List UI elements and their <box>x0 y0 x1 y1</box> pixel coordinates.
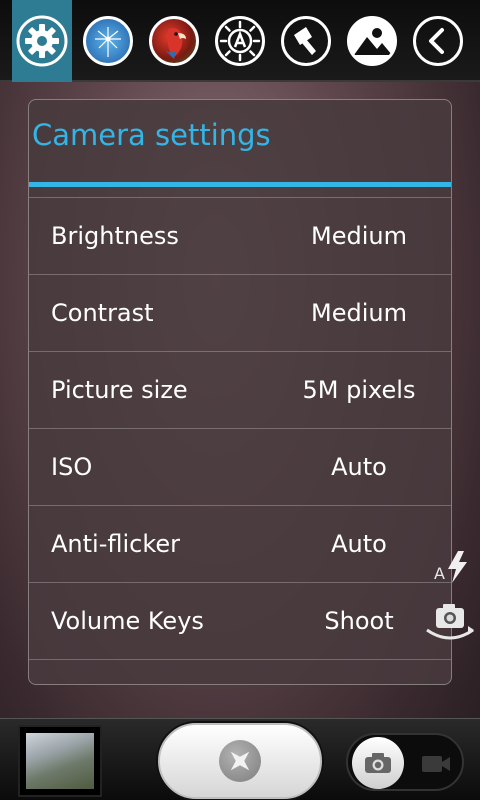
dandelion-icon <box>83 16 133 66</box>
setting-row-picture-size[interactable]: Picture size 5M pixels <box>29 351 451 428</box>
chevron-left-icon <box>413 16 463 66</box>
setting-value: Medium <box>311 299 407 327</box>
setting-row-volume-keys[interactable]: Volume Keys Shoot <box>29 582 451 659</box>
switch-camera-button[interactable] <box>424 602 476 644</box>
scene-mode-button[interactable] <box>144 0 204 82</box>
flash-mode-button[interactable] <box>276 0 336 82</box>
camera-settings-panel: Camera settings Brightness Medium Contra… <box>28 99 452 685</box>
color-effect-button[interactable] <box>78 0 138 82</box>
setting-label: Volume Keys <box>51 607 204 635</box>
setting-value: 5M pixels <box>302 376 416 404</box>
settings-list: Brightness Medium Contrast Medium Pictur… <box>29 197 451 684</box>
shutter-button[interactable] <box>158 723 322 799</box>
top-toolbar <box>0 0 480 82</box>
panel-title: Camera settings <box>32 118 271 152</box>
setting-value: Auto <box>331 453 387 481</box>
setting-label: ISO <box>51 453 93 481</box>
landscape-icon <box>347 16 397 66</box>
title-divider <box>29 182 451 187</box>
video-camera-icon <box>422 756 450 772</box>
setting-value: Auto <box>331 530 387 558</box>
setting-row-contrast[interactable]: Contrast Medium <box>29 274 451 351</box>
flash-icon <box>448 551 467 583</box>
auto-flash-button[interactable]: A <box>432 550 472 586</box>
settings-button[interactable] <box>12 0 72 82</box>
setting-value: Medium <box>311 222 407 250</box>
camera-icon <box>365 753 391 773</box>
camera-video-mode-switch[interactable] <box>346 733 464 791</box>
shutter-star-icon <box>219 740 261 782</box>
setting-value: Shoot <box>324 607 394 635</box>
setting-label: Brightness <box>51 222 179 250</box>
setting-label: Picture size <box>51 376 188 404</box>
parrot-icon <box>149 16 199 66</box>
white-balance-button[interactable] <box>210 0 270 82</box>
bottom-bar <box>0 718 480 800</box>
setting-row-anti-flicker[interactable]: Anti-flicker Auto <box>29 505 451 582</box>
camera-switch-icon <box>426 604 474 640</box>
gear-icon <box>16 15 68 67</box>
list-end-divider <box>29 659 451 684</box>
back-button[interactable] <box>408 0 468 82</box>
setting-row-brightness[interactable]: Brightness Medium <box>29 197 451 274</box>
gallery-thumbnail[interactable] <box>18 725 102 797</box>
setting-label: Contrast <box>51 299 154 327</box>
camera-mode-knob[interactable] <box>352 737 404 789</box>
last-photo-image <box>26 733 94 789</box>
auto-brightness-icon <box>215 16 265 66</box>
setting-label: Anti-flicker <box>51 530 181 558</box>
setting-row-iso[interactable]: ISO Auto <box>29 428 451 505</box>
image-settings-button[interactable] <box>342 0 402 82</box>
flashlight-icon <box>281 16 331 66</box>
